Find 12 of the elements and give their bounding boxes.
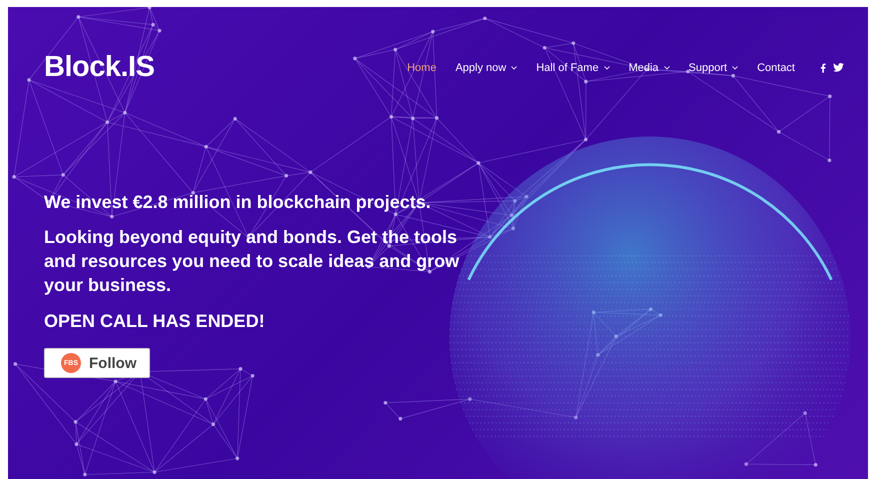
nav-link[interactable]: Hall of Fame — [536, 62, 610, 74]
notice-text: OPEN CALL HAS ENDED! — [44, 311, 266, 332]
twitter-icon[interactable] — [833, 63, 844, 72]
nav-link[interactable]: Contact — [757, 62, 795, 74]
logo[interactable]: Block.IS — [44, 51, 154, 84]
facebook-icon[interactable] — [820, 62, 826, 72]
nav-link[interactable]: Home — [407, 62, 436, 74]
nav-link[interactable]: Media — [628, 62, 670, 74]
headline: We invest €2.8 million in blockchain projects. — [44, 192, 432, 213]
nav-link[interactable]: Apply now — [455, 62, 518, 74]
hero-text: Looking beyond equity and bonds. Get the tools and resources you need to scale ideas and grow your business. — [44, 226, 460, 297]
nav-link[interactable]: Support — [688, 62, 738, 74]
